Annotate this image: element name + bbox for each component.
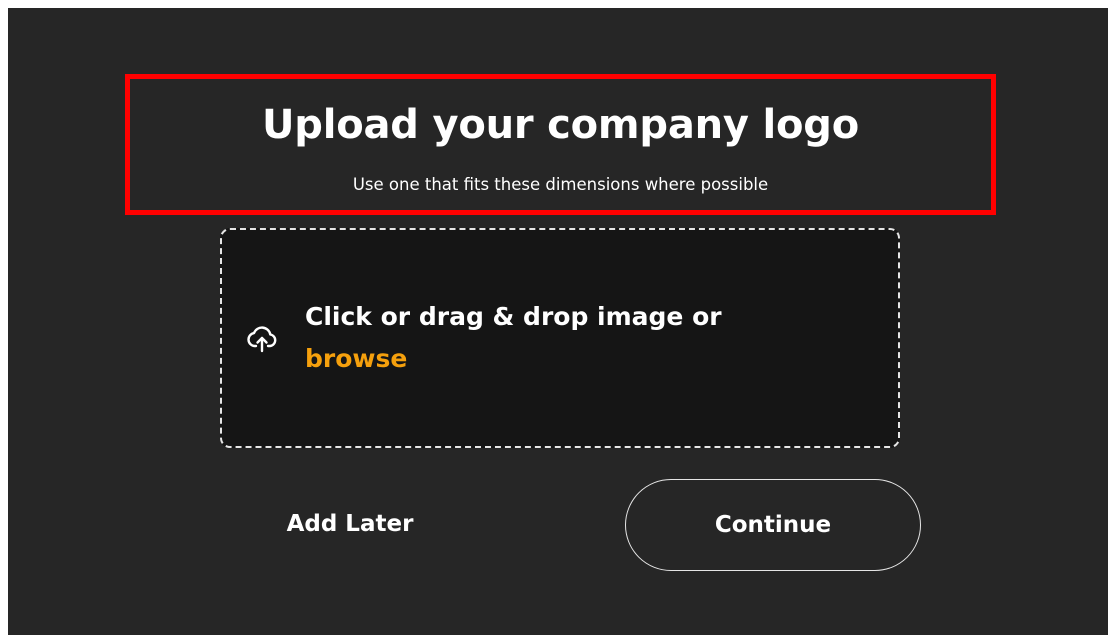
page-title: Upload your company logo: [261, 102, 860, 148]
page-subtitle: Use one that fits these dimensions where…: [352, 175, 769, 194]
dropzone-prompt-text: Click or drag & drop image or: [305, 302, 722, 331]
browse-link[interactable]: browse: [305, 344, 407, 373]
cloud-upload-icon: [246, 322, 278, 354]
add-later-button[interactable]: Add Later: [246, 502, 454, 546]
image-dropzone[interactable]: Click or drag & drop image or browse: [220, 228, 900, 448]
continue-button[interactable]: Continue: [625, 479, 921, 571]
dropzone-prompt: Click or drag & drop image or browse: [305, 296, 865, 380]
